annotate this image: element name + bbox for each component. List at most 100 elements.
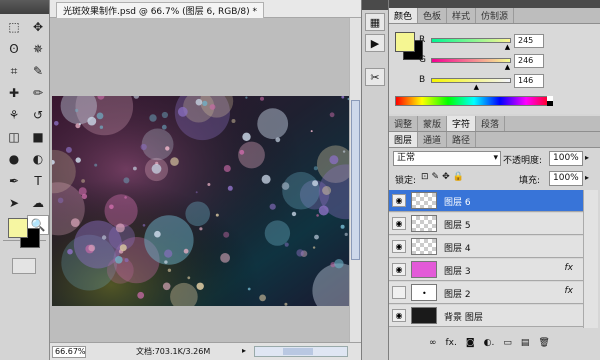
bokeh-circle — [284, 302, 288, 306]
hscroll-thumb[interactable] — [283, 348, 313, 355]
visibility-eye-icon[interactable]: ◉ — [392, 217, 406, 230]
slider-knob-icon[interactable]: ▲ — [505, 43, 510, 51]
bokeh-circle — [75, 157, 81, 163]
adjust-tab-3[interactable]: 段落 — [476, 116, 506, 131]
bokeh-circle — [177, 106, 188, 117]
layers-tab-1[interactable]: 通道 — [418, 132, 448, 147]
bokeh-circle — [281, 182, 290, 190]
shape-icon[interactable]: ☁ — [27, 193, 49, 213]
color-ramp[interactable] — [395, 96, 553, 106]
fx-icon[interactable]: fx — [565, 286, 574, 296]
path-select-icon[interactable]: ➤ — [3, 193, 25, 213]
visibility-eye-icon[interactable]: ◉ — [392, 263, 406, 276]
color-tab-3[interactable]: 仿制源 — [476, 8, 515, 23]
blur-icon[interactable]: ● — [3, 149, 25, 169]
bokeh-circle — [99, 125, 104, 129]
magic-wand-icon[interactable]: ✵ — [27, 39, 49, 59]
channel-slider-r[interactable] — [431, 38, 511, 43]
marquee-icon[interactable]: ⬚ — [3, 17, 25, 37]
fill-arrow-icon[interactable]: ▸ — [585, 173, 589, 182]
new-layer-icon[interactable]: ▤ — [521, 338, 530, 356]
actions-play-icon[interactable]: ▶ — [365, 34, 385, 52]
bokeh-circle — [202, 100, 208, 106]
adjust-tab-1[interactable]: 蒙版 — [418, 116, 448, 131]
zoom-field[interactable]: 66.67% — [52, 346, 86, 358]
document-tab[interactable]: 光斑效果制作.psd @ 66.7% (图层 6, RGB/8) * — [56, 2, 265, 18]
bokeh-circle — [334, 259, 344, 269]
crop-icon[interactable]: ⌗ — [3, 61, 25, 81]
layers-scrollbar[interactable] — [583, 190, 598, 328]
mask-icon[interactable]: ◙ — [466, 338, 475, 356]
eraser-icon[interactable]: ◫ — [3, 127, 25, 147]
layers-tab-2[interactable]: 路径 — [447, 132, 477, 147]
gradient-icon[interactable]: ■ — [27, 127, 49, 147]
type-icon[interactable]: T — [27, 171, 49, 191]
tools-preset-icon[interactable]: ✂ — [365, 68, 385, 86]
layer-row[interactable]: • 图层 2 fx — [389, 282, 583, 304]
vertical-scrollbar[interactable] — [349, 18, 361, 342]
ramp-black[interactable] — [547, 101, 553, 106]
move-icon[interactable]: ✥ — [27, 17, 49, 37]
color-tab-2[interactable]: 样式 — [447, 8, 477, 23]
healing-brush-icon[interactable]: ✚ — [3, 83, 25, 103]
fill-field[interactable]: 100% — [549, 171, 583, 186]
canvas-area[interactable] — [50, 18, 349, 342]
fx-icon[interactable]: fx — [565, 263, 574, 273]
trash-icon[interactable]: 🗑 — [538, 338, 549, 356]
fx-icon[interactable]: fx. — [446, 338, 457, 356]
layer-row[interactable]: ◉ 图层 4 — [389, 236, 583, 258]
layer-row[interactable]: ◉ 图层 6 — [389, 190, 583, 212]
lock-icons[interactable]: ⊡✎✥🔒 — [421, 172, 467, 182]
slider-knob-icon[interactable]: ▲ — [505, 63, 510, 71]
group-icon[interactable]: ▭ — [503, 338, 512, 356]
channel-slider-b[interactable] — [431, 78, 511, 83]
clone-stamp-icon[interactable]: ⚘ — [3, 105, 25, 125]
opacity-field[interactable]: 100% — [549, 151, 583, 166]
bokeh-circle — [65, 146, 72, 153]
scroll-thumb[interactable] — [351, 100, 360, 260]
status-menu-arrow-icon[interactable]: ▸ — [242, 346, 250, 357]
brush-icon[interactable]: ✏ — [27, 83, 49, 103]
visibility-eye-icon[interactable] — [392, 286, 406, 299]
horizontal-scrollbar[interactable] — [254, 346, 348, 357]
panel-grip[interactable] — [389, 0, 600, 8]
adjustment-icon[interactable]: ◐. — [484, 338, 495, 356]
channel-value-g[interactable]: 246 — [514, 54, 544, 68]
fg-color-chip[interactable] — [395, 32, 415, 52]
color-panel: R ▲ 245 G ▲ 246 B ▲ 146 — [389, 24, 600, 114]
foreground-color-swatch[interactable] — [8, 218, 28, 238]
channel-label-r: R — [419, 35, 426, 45]
channel-slider-g[interactable] — [431, 58, 511, 63]
pen-icon[interactable]: ✒ — [3, 171, 25, 191]
bokeh-circle — [209, 104, 216, 110]
blend-mode-select[interactable]: 正常 ▾ — [393, 151, 501, 166]
tools-grip[interactable] — [0, 0, 49, 14]
layer-row[interactable]: ◉ 背景 图层 — [389, 305, 583, 327]
channel-value-r[interactable]: 245 — [514, 34, 544, 48]
adjust-tab-0[interactable]: 调整 — [389, 116, 419, 131]
dodge-icon[interactable]: ◐ — [27, 149, 49, 169]
quick-mask-button[interactable] — [12, 258, 36, 274]
bokeh-circle — [242, 132, 251, 141]
visibility-eye-icon[interactable]: ◉ — [392, 194, 406, 207]
bokeh-canvas[interactable] — [52, 96, 349, 306]
color-tab-0[interactable]: 颜色 — [389, 8, 419, 23]
strip-grip[interactable] — [362, 0, 388, 10]
lasso-icon[interactable]: ʘ — [3, 39, 25, 59]
layer-row[interactable]: ◉ 图层 5 — [389, 213, 583, 235]
adjust-tab-2[interactable]: 字符 — [447, 116, 477, 131]
layer-row[interactable]: ◉ 图层 3 fx — [389, 259, 583, 281]
channel-value-b[interactable]: 146 — [514, 74, 544, 88]
bokeh-circle — [291, 211, 297, 217]
color-panel-tabs: 颜色 色板 样式 仿制源 — [389, 8, 600, 24]
layers-tab-0[interactable]: 图层 — [389, 132, 419, 147]
history-brush-icon[interactable]: ↺ — [27, 105, 49, 125]
color-tab-1[interactable]: 色板 — [418, 8, 448, 23]
visibility-eye-icon[interactable]: ◉ — [392, 309, 406, 322]
opacity-arrow-icon[interactable]: ▸ — [585, 153, 589, 162]
visibility-eye-icon[interactable]: ◉ — [392, 240, 406, 253]
history-icon[interactable]: ▦ — [365, 13, 385, 31]
link-icon[interactable]: ∞ — [429, 338, 437, 356]
eyedropper-icon[interactable]: ✎ — [27, 61, 49, 81]
slider-knob-icon[interactable]: ▲ — [474, 83, 479, 91]
